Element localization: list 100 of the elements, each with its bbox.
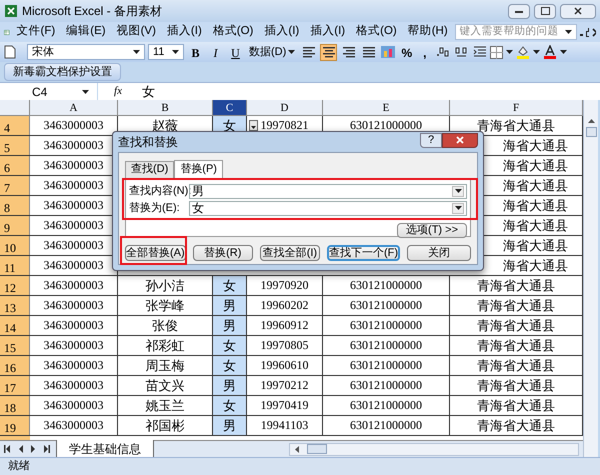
italic-button[interactable]: I [207, 44, 224, 60]
horizontal-scrollbar[interactable] [289, 442, 579, 456]
status-text: 就绪 [8, 459, 30, 474]
table-cell: 630121000000 [323, 416, 450, 435]
menu-item[interactable]: 插入(I) [260, 23, 304, 41]
close-button[interactable] [442, 132, 478, 148]
row-header[interactable]: 15 [0, 336, 30, 355]
field-label: 替换为(E): [129, 200, 181, 216]
field-label: 查找内容(N): [129, 184, 189, 199]
row-header[interactable]: 7 [0, 176, 30, 195]
column-header[interactable]: C [213, 100, 247, 115]
dialog-tab[interactable]: 查找(D) [125, 161, 174, 178]
table-cell: 男 [213, 376, 247, 395]
table-cell: 3463000003 [30, 276, 118, 295]
row-header[interactable]: 9 [0, 216, 30, 235]
scrollbar-thumb[interactable] [307, 444, 327, 454]
row-header[interactable]: 16 [0, 356, 30, 375]
caret-icon [288, 50, 296, 54]
table-cell: 女 [213, 356, 247, 375]
row-header[interactable]: 5 [0, 136, 30, 155]
indent-icon[interactable] [473, 46, 488, 58]
menu-item[interactable]: 文件(F) [12, 23, 60, 41]
font-field[interactable]: 宋体 [27, 44, 145, 60]
dialog-button[interactable]: 全部替换(A) [125, 245, 186, 261]
menu-item[interactable]: 编辑(E) [62, 23, 110, 41]
minimize-button[interactable] [508, 4, 530, 18]
row-header[interactable]: 17 [0, 376, 30, 395]
underline-button[interactable]: U [227, 44, 244, 60]
row-header[interactable]: 18 [0, 396, 30, 415]
align-center-button[interactable] [320, 44, 338, 60]
dialog-button[interactable]: 替换(R) [192, 245, 253, 261]
sheet-scroll-end-icon[interactable] [43, 445, 50, 453]
caret-icon [564, 30, 572, 34]
table-cell: 630121000000 [323, 336, 450, 355]
table-cell: 19960610 [247, 356, 323, 375]
dialog-button[interactable]: 关闭 [407, 245, 472, 261]
row-header[interactable]: 6 [0, 156, 30, 175]
text-field[interactable]: 男 [189, 184, 467, 198]
row-header[interactable]: 11 [0, 256, 30, 275]
menu-item[interactable]: 插入(I) [162, 23, 206, 41]
help-search-field[interactable]: 键入需要帮助的问题 [454, 24, 577, 40]
protection-settings-button[interactable]: 新毒霸文档保护设置 [4, 63, 121, 81]
menu-item[interactable]: 插入(I) [306, 23, 350, 41]
table-cell: 男 [213, 296, 247, 315]
sheet-scroll-end-icon[interactable] [4, 445, 11, 453]
table-cell: 19941103 [247, 416, 323, 435]
menu-item[interactable]: 格式(O) [208, 23, 258, 41]
increase-decimal-icon[interactable] [435, 46, 452, 58]
caret-icon [533, 50, 540, 54]
new-document-icon[interactable] [4, 45, 16, 59]
maximize-button[interactable] [534, 4, 556, 18]
help-button[interactable]: ? [420, 132, 442, 148]
font-size-field[interactable]: 11 [148, 44, 184, 60]
borders-icon[interactable] [490, 46, 504, 58]
minimize-icon [515, 10, 523, 12]
bold-button[interactable]: B [187, 44, 204, 60]
menu-item[interactable]: 帮助(H) [404, 23, 452, 41]
table-cell: 3463000003 [30, 396, 118, 415]
dialog-button[interactable]: 查找下一个(F) [326, 245, 400, 261]
row-header[interactable]: 4 [0, 116, 30, 135]
table-cell: 630121000000 [323, 276, 450, 295]
number-format-button[interactable]: , [417, 44, 432, 60]
row-header[interactable]: 19 [0, 416, 30, 435]
table-cell: 630121000000 [323, 396, 450, 415]
caret-icon [560, 50, 568, 54]
table-cell: 19960912 [247, 316, 323, 335]
table-cell: 3463000003 [30, 356, 118, 375]
sheet-tab[interactable]: 学生基础信息 [56, 440, 154, 457]
dialog-button[interactable]: 查找全部(I) [260, 245, 320, 261]
menu-item[interactable]: 视图(V) [112, 23, 160, 41]
highlight-frame [120, 236, 187, 265]
vertical-scrollbar[interactable] [583, 100, 598, 457]
table-cell: 3463000003 [30, 316, 118, 335]
menu-item[interactable]: 格式(O) [352, 23, 401, 41]
table-cell: 女 [213, 336, 247, 355]
number-format-button[interactable]: % [399, 44, 414, 60]
text-field[interactable]: 女 [189, 200, 467, 216]
function-label[interactable]: fx [98, 83, 138, 100]
table-cell: 630121000000 [323, 356, 450, 375]
table-cell: 19970212 [247, 376, 323, 395]
scroll-up-icon[interactable] [588, 118, 594, 123]
table-cell: 19970920 [247, 276, 323, 295]
scrollbar-thumb[interactable] [586, 127, 596, 137]
font-color-icon[interactable] [543, 45, 558, 59]
fill-color-icon[interactable] [516, 45, 530, 59]
scroll-left-icon[interactable] [294, 446, 299, 452]
row-header[interactable]: 12 [0, 276, 30, 295]
table-cell: 19970419 [247, 396, 323, 415]
table-cell: 3463000003 [30, 336, 118, 355]
options-button[interactable]: 选项(T) >> [397, 223, 467, 238]
row-header[interactable]: 13 [0, 296, 30, 315]
dialog-tab[interactable]: 替换(P) [174, 160, 223, 179]
row-header[interactable]: 8 [0, 196, 30, 215]
close-button[interactable] [560, 4, 596, 18]
formula-field[interactable]: 女 [138, 82, 159, 102]
row-header[interactable]: 10 [0, 236, 30, 255]
row-header[interactable]: 14 [0, 316, 30, 335]
table-cell: 3463000003 [30, 296, 118, 315]
smart-tag-icon[interactable] [249, 120, 258, 131]
data-menu-button[interactable]: 数据(D) [247, 44, 298, 60]
